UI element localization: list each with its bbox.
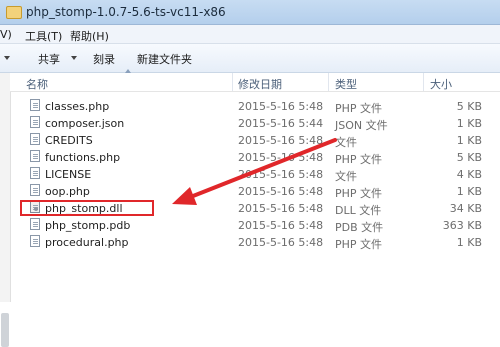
file-date: 2015-5-16 5:48	[238, 151, 324, 164]
file-size: 34 KB	[449, 202, 482, 215]
file-size: 363 KB	[442, 219, 482, 232]
highlight-box	[20, 200, 154, 216]
file-row[interactable]: procedural.php 2015-5-16 5:48 PHP 文件 1 K…	[25, 234, 495, 251]
file-size: 1 KB	[456, 117, 482, 130]
json-file-icon	[30, 116, 40, 128]
column-header-date[interactable]: 修改日期	[238, 76, 282, 92]
file-type: JSON 文件	[335, 119, 388, 132]
file-name: CREDITS	[45, 134, 93, 147]
file-size: 5 KB	[456, 100, 482, 113]
file-date: 2015-5-16 5:48	[238, 168, 324, 181]
file-row[interactable]: composer.json 2015-5-16 5:44 JSON 文件 1 K…	[25, 115, 495, 132]
file-type: 文件	[335, 136, 357, 149]
file-type: PDB 文件	[335, 221, 384, 234]
column-header-type[interactable]: 类型	[335, 76, 357, 92]
file-date: 2015-5-16 5:48	[238, 185, 324, 198]
file-name: LICENSE	[45, 168, 92, 181]
column-divider[interactable]	[232, 73, 233, 91]
file-name: composer.json	[45, 117, 125, 130]
file-row[interactable]: functions.php 2015-5-16 5:48 PHP 文件 5 KB	[25, 149, 495, 166]
column-divider[interactable]	[423, 73, 424, 91]
file-date: 2015-5-16 5:44	[238, 117, 324, 130]
file-row[interactable]: LICENSE 2015-5-16 5:48 文件 4 KB	[25, 166, 495, 183]
pdb-file-icon	[30, 218, 40, 230]
file-date: 2015-5-16 5:48	[238, 219, 324, 232]
php-file-icon	[30, 235, 40, 247]
file-type: PHP 文件	[335, 102, 383, 115]
file-name: functions.php	[45, 151, 121, 164]
php-file-icon	[30, 150, 40, 162]
file-type: DLL 文件	[335, 204, 382, 217]
file-name: classes.php	[45, 100, 110, 113]
folder-icon	[6, 6, 22, 19]
window-title: php_stomp-1.0.7-5.6-ts-vc11-x86	[26, 5, 226, 19]
file-type: PHP 文件	[335, 187, 383, 200]
php-file-icon	[30, 99, 40, 111]
scrollbar-thumb[interactable]	[1, 313, 9, 347]
file-row[interactable]: CREDITS 2015-5-16 5:48 文件 1 KB	[25, 132, 495, 149]
column-header-name[interactable]: 名称	[26, 76, 48, 92]
burn-button[interactable]: 刻录	[93, 51, 115, 67]
share-chevron-down-icon[interactable]	[71, 56, 77, 60]
command-bar: 共享 刻录 新建文件夹	[0, 44, 500, 73]
file-size: 1 KB	[456, 134, 482, 147]
file-name: oop.php	[45, 185, 90, 198]
file-date: 2015-5-16 5:48	[238, 134, 324, 147]
column-divider[interactable]	[328, 73, 329, 91]
file-size: 4 KB	[456, 168, 482, 181]
menu-tools[interactable]: 工具(T)	[25, 28, 62, 44]
php-file-icon	[30, 184, 40, 196]
file-type: 文件	[335, 170, 357, 183]
file-row[interactable]: classes.php 2015-5-16 5:48 PHP 文件 5 KB	[25, 98, 495, 115]
menu-bar: V) 工具(T) 帮助(H)	[0, 25, 500, 44]
file-icon	[30, 167, 40, 179]
file-icon	[30, 133, 40, 145]
new-folder-button[interactable]: 新建文件夹	[137, 51, 192, 67]
navigation-pane-edge	[0, 73, 11, 347]
file-date: 2015-5-16 5:48	[238, 100, 324, 113]
file-date: 2015-5-16 5:48	[238, 202, 324, 215]
file-row[interactable]: oop.php 2015-5-16 5:48 PHP 文件 1 KB	[25, 183, 495, 200]
share-button[interactable]: 共享	[38, 51, 60, 67]
file-size: 5 KB	[456, 151, 482, 164]
column-header-size[interactable]: 大小	[430, 76, 452, 92]
title-bar: php_stomp-1.0.7-5.6-ts-vc11-x86	[0, 0, 500, 25]
column-header-row: 名称 修改日期 类型 大小	[10, 73, 500, 92]
file-size: 1 KB	[456, 185, 482, 198]
file-name: php_stomp.pdb	[45, 219, 131, 232]
file-date: 2015-5-16 5:48	[238, 236, 324, 249]
file-type: PHP 文件	[335, 153, 383, 166]
file-type: PHP 文件	[335, 238, 383, 251]
chevron-down-icon[interactable]	[4, 56, 10, 60]
file-row[interactable]: php_stomp.pdb 2015-5-16 5:48 PDB 文件 363 …	[25, 217, 495, 234]
menu-view[interactable]: V)	[0, 28, 12, 41]
menu-help[interactable]: 帮助(H)	[70, 28, 109, 44]
file-size: 1 KB	[456, 236, 482, 249]
file-name: procedural.php	[45, 236, 129, 249]
